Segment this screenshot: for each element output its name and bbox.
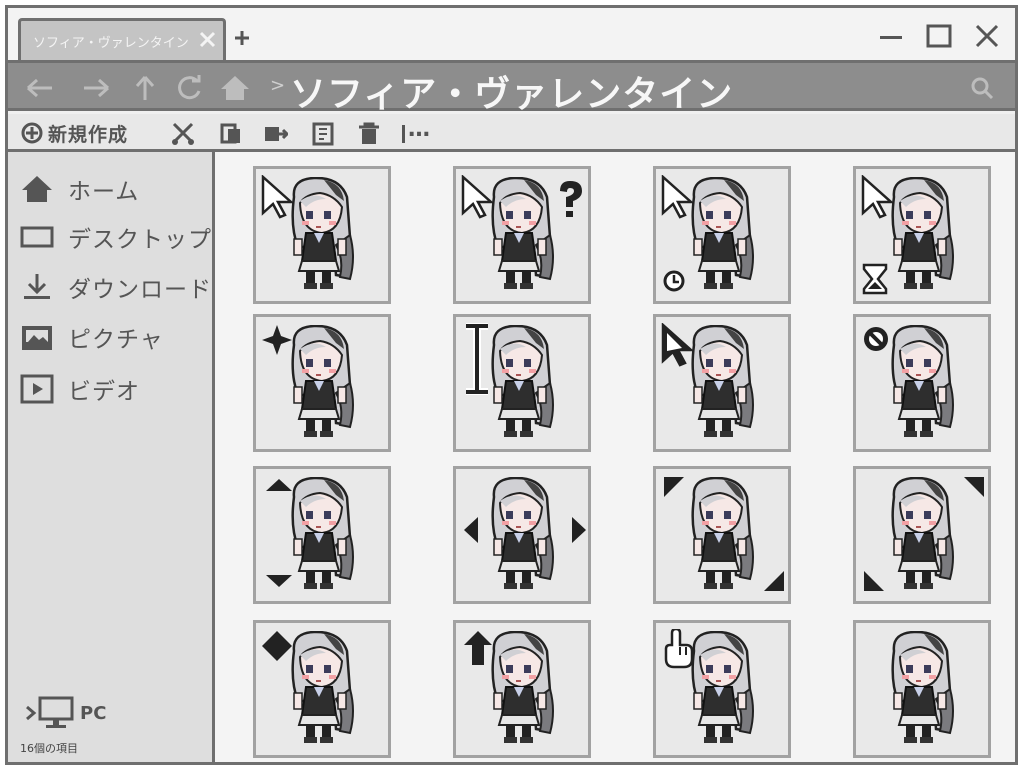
paste-icon[interactable] [262,121,290,147]
file-explorer-window: ソフィア・ヴァレンタイン > ソフィア・ヴァレンタイン 新規作成 … ホーム デ… [5,5,1018,765]
pictures-icon [22,326,52,350]
up-arrow-icon[interactable] [128,73,162,103]
pc-label: PC [80,702,107,724]
arrow-cursor-icon [261,175,294,219]
character-thumbnail [491,325,554,437]
sidebar-item-label: ホーム [68,179,140,205]
sidebar: ホーム デスクトップ ダウンロード ピクチャ ビデオ PC 16個の項目 [8,152,215,762]
file-item[interactable] [653,166,791,304]
file-item[interactable] [653,314,791,452]
computer-icon [38,696,74,728]
back-arrow-icon[interactable] [24,73,58,103]
command-toolbar: 新規作成 … [8,114,1015,152]
move-cursor-icon [262,631,292,661]
sidebar-item-label: デスクトップ [68,227,212,253]
file-item[interactable] [253,166,391,304]
sidebar-item-desktop[interactable]: デスクトップ [20,220,212,254]
character-thumbnail [291,477,354,589]
current-path[interactable]: ソフィア・ヴァレンタイン [290,65,733,117]
file-item[interactable] [853,166,991,304]
file-item[interactable] [453,166,591,304]
file-item[interactable] [253,314,391,452]
cut-icon[interactable] [170,121,196,147]
unavailable-cursor-icon [864,327,888,351]
file-item[interactable] [253,620,391,758]
file-item[interactable] [653,466,791,604]
delete-icon[interactable] [356,121,382,147]
file-item[interactable] [853,466,991,604]
sidebar-item-home[interactable]: ホーム [20,172,210,206]
file-item[interactable] [853,620,991,758]
sidebar-item-pictures[interactable]: ピクチャ [20,320,210,354]
working-cursor-icon [661,175,695,292]
character-thumbnail [891,631,954,743]
file-item[interactable] [853,314,991,452]
tab-label: ソフィア・ヴァレンタイン [33,36,189,51]
refresh-icon[interactable] [172,73,206,103]
up-arrow-cursor-icon [464,631,492,665]
address-bar: > ソフィア・ヴァレンタイン [8,60,1015,115]
maximize-icon[interactable] [922,22,956,52]
rename-icon[interactable] [310,121,336,147]
more-label: … [408,117,430,142]
new-tab-icon[interactable] [230,26,254,50]
sidebar-item-downloads[interactable]: ダウンロード [20,270,212,304]
new-button[interactable]: 新規作成 [20,119,128,147]
more-options-icon[interactable]: … [400,117,440,147]
file-item[interactable] [453,314,591,452]
file-item[interactable] [453,620,591,758]
busy-cursor-icon [861,175,895,295]
sidebar-item-pc[interactable]: PC [24,696,106,730]
sidebar-item-label: ビデオ [68,379,140,405]
sidebar-item-label: ピクチャ [68,327,164,353]
sidebar-item-videos[interactable]: ビデオ [20,372,210,406]
add-circle-icon [21,122,43,144]
desktop-icon [20,226,54,248]
title-bar: ソフィア・ヴァレンタイン [8,8,1015,60]
close-window-icon[interactable] [970,22,1004,52]
alternate-cursor-icon [661,323,694,367]
video-icon [20,374,54,404]
file-item[interactable] [653,620,791,758]
character-thumbnail [291,631,354,743]
home-icon [22,176,52,202]
new-button-label: 新規作成 [48,123,129,146]
tab-close-icon[interactable] [197,27,219,51]
search-icon[interactable] [969,75,995,101]
character-thumbnail [691,325,754,437]
help-cursor-icon [461,175,582,219]
link-cursor-icon [664,629,694,669]
character-thumbnail [291,177,354,289]
path-separator: > [270,75,286,96]
home-nav-icon[interactable] [218,73,252,103]
text-cursor-icon [466,323,488,395]
item-count-status: 16個の項目 [20,742,78,755]
character-thumbnail [691,631,754,743]
diagonal-resize-1-cursor-icon [664,477,784,591]
sidebar-item-label: ダウンロード [68,277,212,303]
file-item[interactable] [253,466,391,604]
character-thumbnail [891,325,954,437]
download-icon [24,274,50,299]
vertical-resize-cursor-icon [266,479,292,587]
forward-arrow-icon[interactable] [78,73,112,103]
precision-cursor-icon [262,325,292,355]
minimize-icon[interactable] [874,22,908,52]
horizontal-resize-cursor-icon [464,517,586,543]
file-item[interactable] [453,466,591,604]
chevron-right-icon[interactable] [24,703,38,723]
copy-icon[interactable] [218,121,244,147]
file-grid [215,152,1015,762]
character-thumbnail [491,631,554,743]
character-thumbnail [291,325,354,437]
diagonal-resize-2-cursor-icon [864,477,984,591]
tab-current-folder[interactable]: ソフィア・ヴァレンタイン [18,18,226,60]
